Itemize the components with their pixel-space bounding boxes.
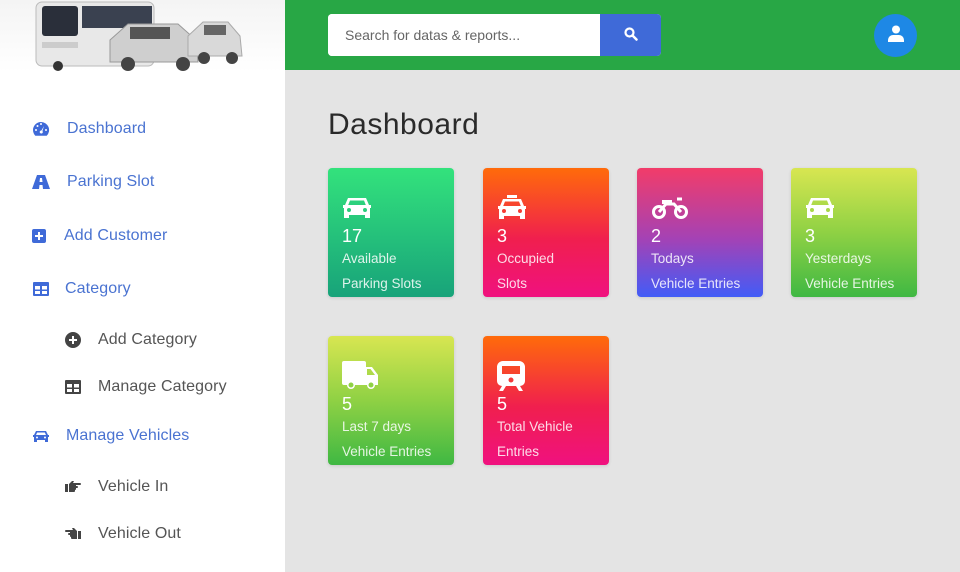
stat-sublabel: Slots xyxy=(497,276,528,291)
stat-value: 5 xyxy=(497,394,508,414)
stat-label: Available xyxy=(342,251,397,266)
hand-point-left-icon xyxy=(64,525,82,543)
sidebar-item-label: Category xyxy=(65,280,131,297)
sidebar-item-label: Vehicle Out xyxy=(98,525,181,542)
stat-card-total-entries[interactable]: 5 Total Vehicle Entries xyxy=(483,336,609,465)
sidebar-item-vehicle-in[interactable]: Vehicle In xyxy=(64,478,168,496)
stat-label: Total Vehicle xyxy=(497,419,573,434)
hand-point-right-icon xyxy=(64,478,82,496)
stat-card-occupied-slots[interactable]: 3 Occupied Slots xyxy=(483,168,609,297)
vehicles-logo-image xyxy=(35,1,243,71)
stat-sublabel: Vehicle Entries xyxy=(342,444,432,459)
search-button[interactable] xyxy=(600,14,661,56)
sidebar-item-label: Add Category xyxy=(98,331,198,348)
search-icon xyxy=(623,26,638,44)
stat-label: Todays xyxy=(651,251,694,266)
sidebar-item-add-customer[interactable]: Add Customer xyxy=(32,227,167,245)
stat-card-available-slots[interactable]: 17 Available Parking Slots xyxy=(328,168,454,297)
stat-label: Yesterdays xyxy=(805,251,872,266)
tachometer-icon xyxy=(32,120,50,138)
stat-sublabel: Vehicle Entries xyxy=(651,276,741,291)
sidebar-item-dashboard[interactable]: Dashboard xyxy=(32,120,146,138)
car-icon xyxy=(805,194,917,222)
stat-label: Last 7 days xyxy=(342,419,412,434)
sidebar-item-label: Vehicle In xyxy=(98,478,169,495)
stat-sublabel: Entries xyxy=(497,444,540,459)
plus-circle-icon xyxy=(64,331,82,349)
stat-value: 5 xyxy=(342,394,353,414)
plus-square-icon xyxy=(32,227,46,245)
search-form xyxy=(328,14,661,56)
sidebar-item-manage-category[interactable]: Manage Category xyxy=(64,378,227,396)
stat-value: 3 xyxy=(497,226,508,246)
car-icon xyxy=(32,427,50,445)
table-icon xyxy=(64,378,82,396)
stat-value: 17 xyxy=(342,226,363,246)
sidebar: Dashboard Parking Slot Add Customer Cate… xyxy=(0,0,285,572)
stat-value: 2 xyxy=(651,226,662,246)
sidebar-item-label: Manage Vehicles xyxy=(66,427,190,444)
stat-sublabel: Parking Slots xyxy=(342,276,422,291)
stat-card-todays-entries[interactable]: 2 Todays Vehicle Entries xyxy=(637,168,763,297)
sidebar-item-label: Add Customer xyxy=(64,227,168,244)
user-icon xyxy=(887,25,904,47)
taxi-icon xyxy=(497,194,609,222)
sidebar-item-label: Parking Slot xyxy=(67,173,155,190)
stat-label: Occupied xyxy=(497,251,555,266)
truck-icon xyxy=(342,361,454,390)
train-icon xyxy=(497,361,609,391)
road-icon xyxy=(32,173,50,191)
top-bar xyxy=(285,0,960,70)
page-title: Dashboard xyxy=(328,108,480,141)
sidebar-item-parking-slot[interactable]: Parking Slot xyxy=(32,173,154,191)
table-icon xyxy=(32,280,50,298)
sidebar-item-add-category[interactable]: Add Category xyxy=(64,331,197,349)
sidebar-item-vehicle-out[interactable]: Vehicle Out xyxy=(64,525,181,543)
car-icon xyxy=(342,194,454,222)
sidebar-item-label: Dashboard xyxy=(67,120,147,137)
stat-value: 3 xyxy=(805,226,816,246)
stat-sublabel: Vehicle Entries xyxy=(805,276,895,291)
motorcycle-icon xyxy=(651,194,763,222)
sidebar-item-manage-vehicles[interactable]: Manage Vehicles xyxy=(32,427,189,445)
search-input[interactable] xyxy=(328,14,600,56)
user-avatar-button[interactable] xyxy=(874,14,917,57)
sidebar-item-label: Manage Category xyxy=(98,378,227,395)
stat-card-yesterdays-entries[interactable]: 3 Yesterdays Vehicle Entries xyxy=(791,168,917,297)
logo xyxy=(0,0,285,72)
sidebar-item-category[interactable]: Category xyxy=(32,280,131,298)
stat-card-last-7-days-entries[interactable]: 5 Last 7 days Vehicle Entries xyxy=(328,336,454,465)
